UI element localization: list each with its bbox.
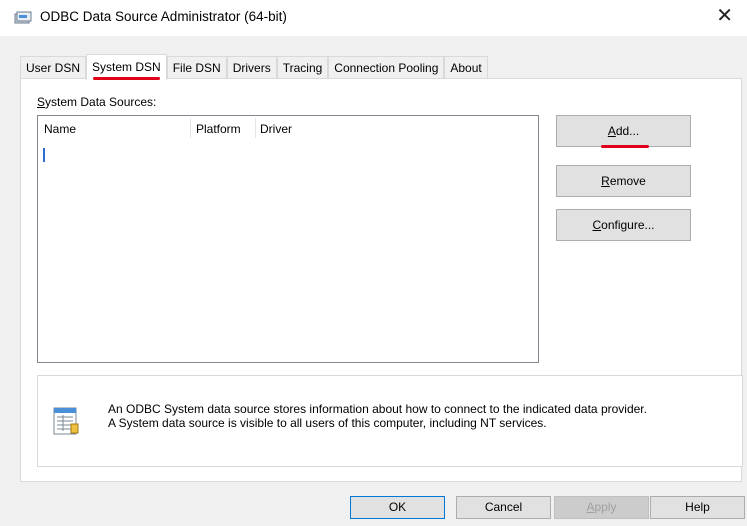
focus-caret	[43, 148, 45, 162]
tab-label: Tracing	[282, 61, 323, 75]
tab-drivers[interactable]: Drivers	[226, 56, 277, 79]
configure-button[interactable]: Configure...	[556, 209, 691, 241]
data-source-list[interactable]: Name Platform Driver	[37, 115, 539, 363]
highlight-underline	[93, 77, 160, 80]
dialog-body: User DSN System DSN File DSN Drivers Tra…	[0, 36, 747, 526]
info-box: An ODBC System data source stores inform…	[37, 375, 743, 467]
add-highlight-mark	[601, 145, 649, 148]
help-button[interactable]: Help	[650, 496, 745, 519]
window-title: ODBC Data Source Administrator (64-bit)	[40, 9, 287, 24]
column-header-driver[interactable]: Driver	[260, 122, 292, 136]
tab-file-dsn[interactable]: File DSN	[166, 56, 227, 79]
tab-user-dsn[interactable]: User DSN	[20, 56, 87, 79]
close-icon[interactable]: ✕	[716, 6, 733, 26]
column-divider[interactable]	[255, 118, 256, 138]
tab-tracing[interactable]: Tracing	[276, 56, 329, 79]
apply-button[interactable]: Apply	[554, 496, 649, 519]
info-line-1: An ODBC System data source stores inform…	[108, 402, 647, 416]
tab-label: System DSN	[92, 60, 161, 74]
odbc-app-icon	[14, 11, 32, 24]
tab-label: User DSN	[26, 61, 81, 75]
tab-strip: User DSN System DSN File DSN Drivers Tra…	[20, 54, 488, 80]
info-line-2: A System data source is visible to all u…	[108, 416, 547, 430]
tab-connection-pooling[interactable]: Connection Pooling	[328, 56, 445, 79]
tab-label: Drivers	[232, 61, 271, 75]
ok-button[interactable]: OK	[350, 496, 445, 519]
cancel-button[interactable]: Cancel	[456, 496, 551, 519]
tab-system-dsn[interactable]: System DSN	[86, 54, 167, 80]
tab-label: File DSN	[172, 61, 221, 75]
system-data-sources-label: System Data Sources:	[37, 95, 157, 109]
tab-about[interactable]: About	[444, 56, 488, 79]
column-header-platform[interactable]: Platform	[196, 122, 241, 136]
column-divider[interactable]	[190, 118, 191, 138]
remove-button[interactable]: Remove	[556, 165, 691, 197]
info-text: An ODBC System data source stores inform…	[108, 402, 647, 430]
title-bar: ODBC Data Source Administrator (64-bit) …	[0, 0, 747, 36]
data-source-icon	[53, 407, 79, 435]
add-button[interactable]: Add...	[556, 115, 691, 147]
column-header-name[interactable]: Name	[44, 122, 76, 136]
tab-label: Connection Pooling	[334, 61, 439, 75]
system-dsn-panel: System Data Sources: Name Platform Drive…	[20, 78, 743, 482]
tab-label: About	[450, 61, 482, 75]
